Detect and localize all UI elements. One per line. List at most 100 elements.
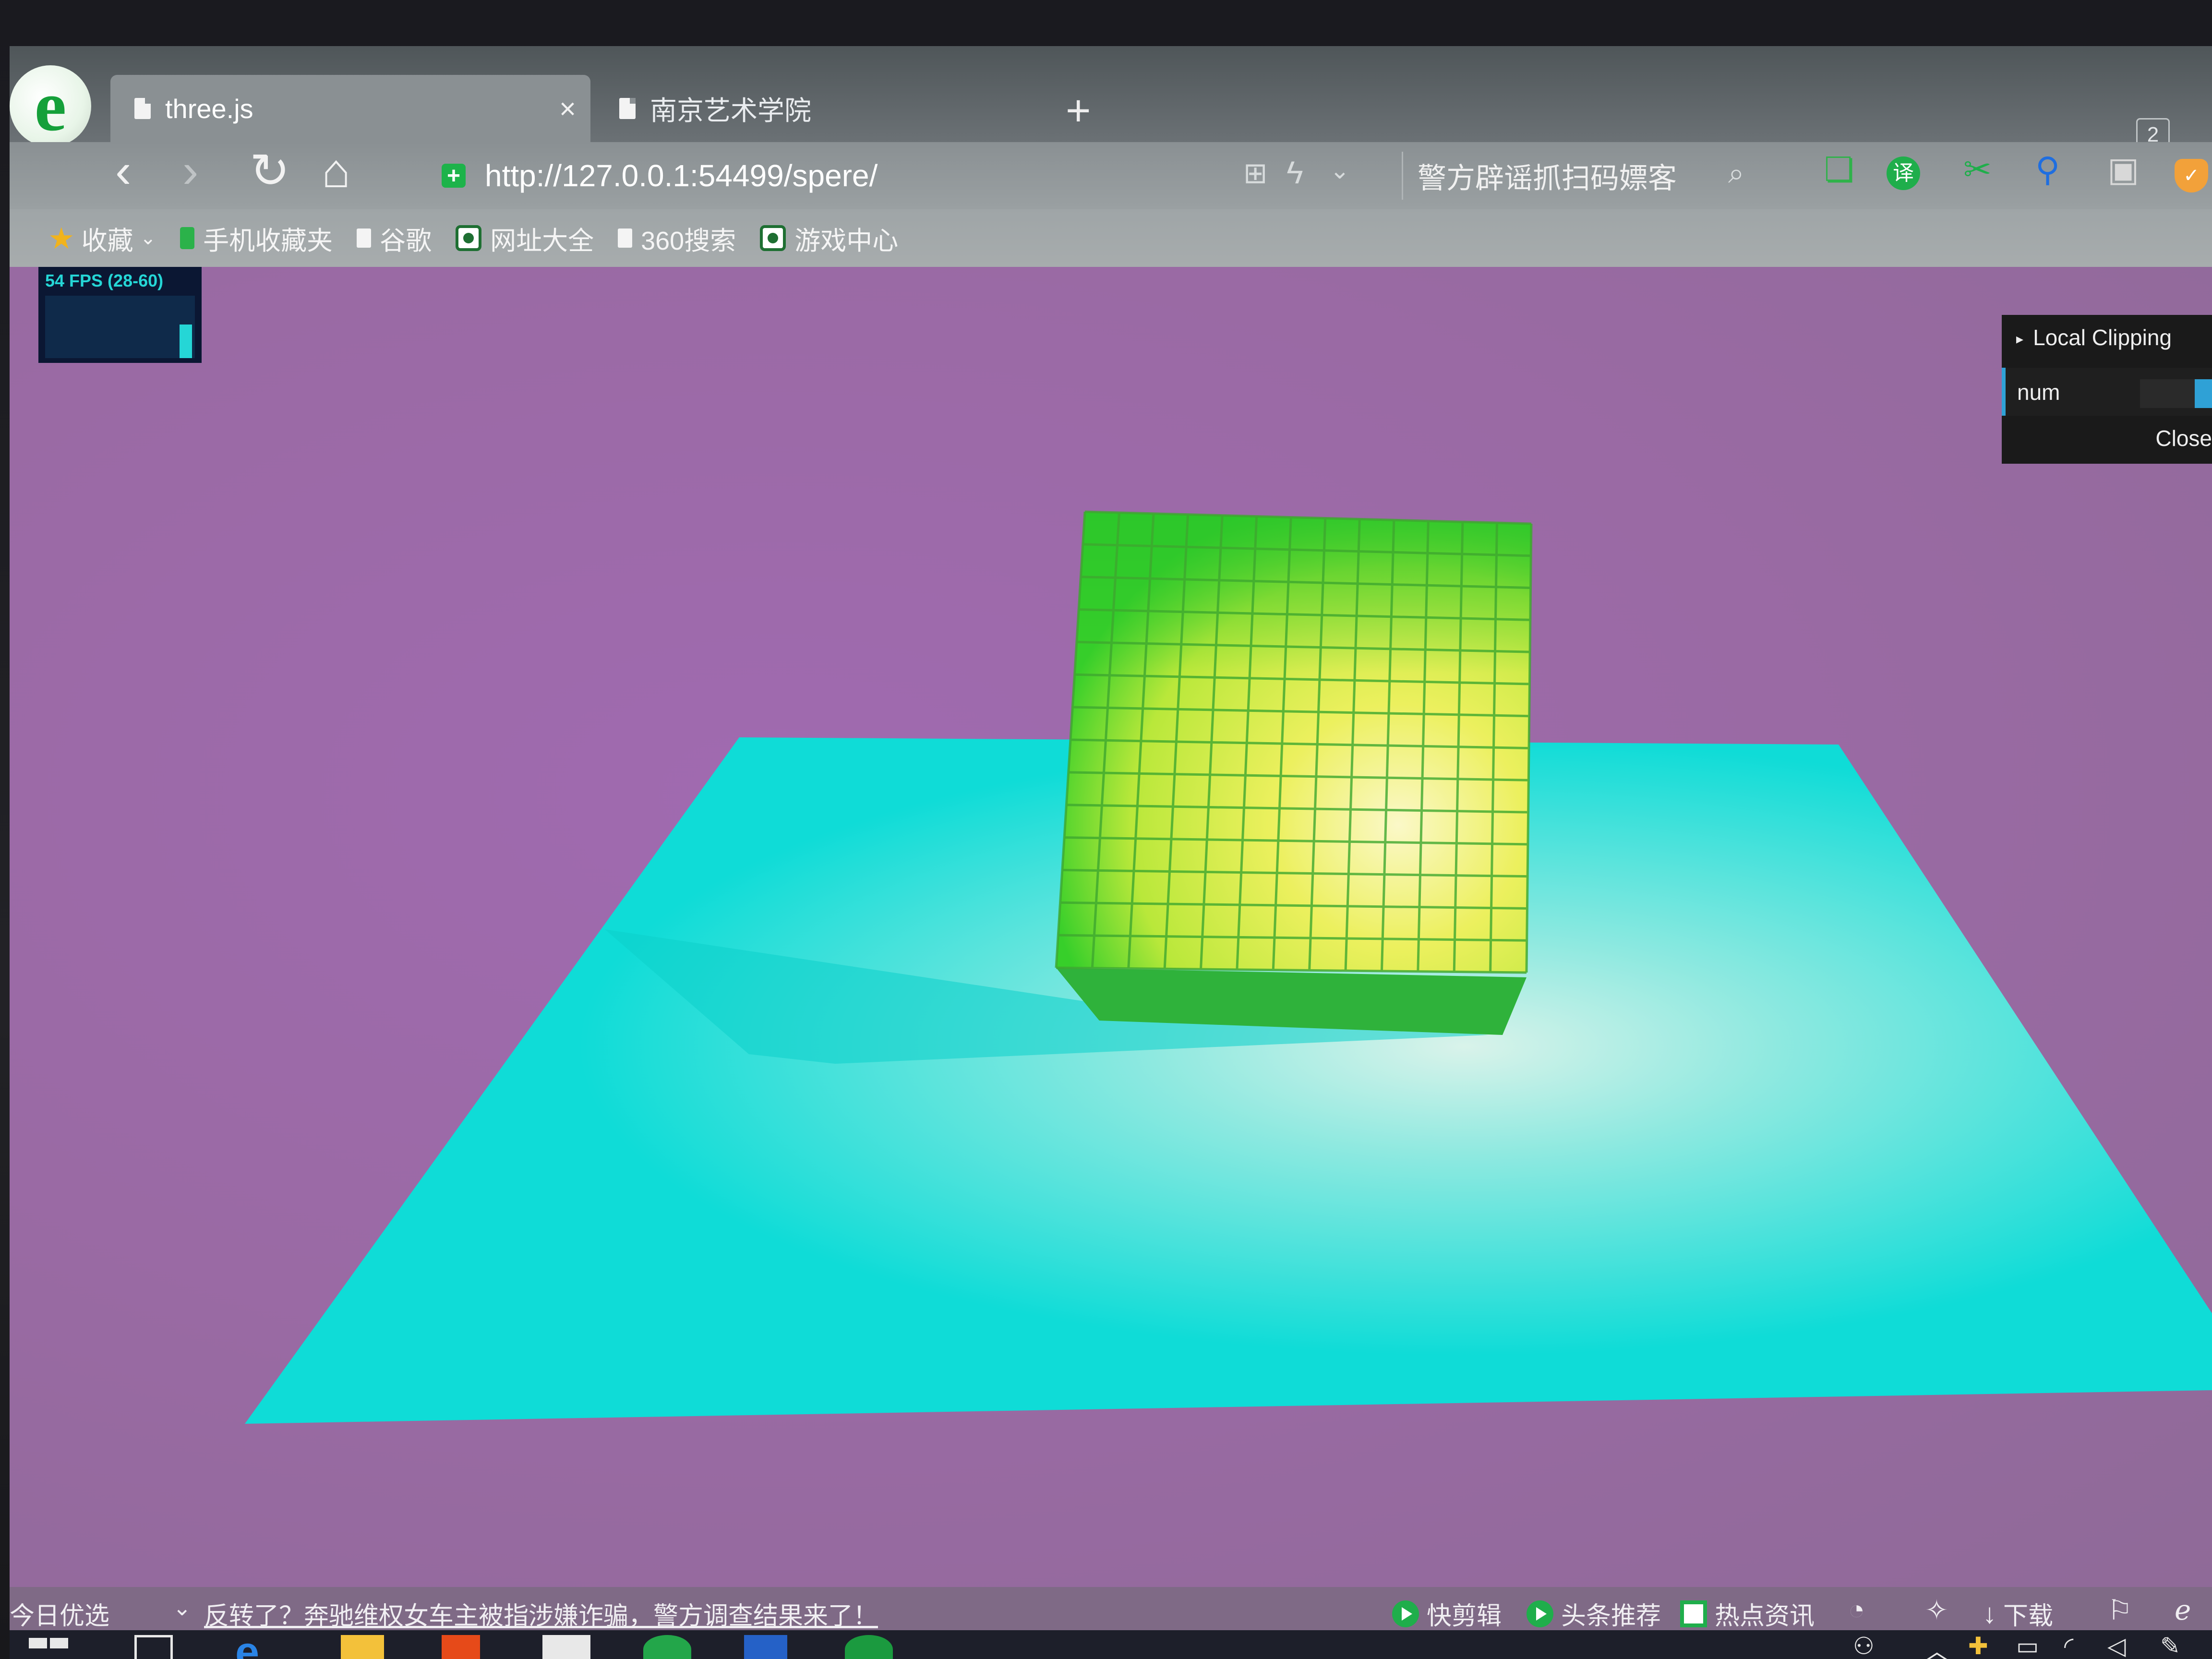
bookmarks-bar: ★ 收藏 ⌄ 手机收藏夹 谷歌 网址大全 360搜索 游戏中心 (10, 209, 2212, 267)
bookmark-game-center[interactable]: 游戏中心 (760, 219, 898, 257)
bookmark-mobile[interactable]: 手机收藏夹 (180, 219, 333, 257)
address-bar[interactable]: + http://127.0.0.1:54499/spere/ (442, 152, 1210, 200)
bookmark-360-search[interactable]: 360搜索 (618, 219, 736, 257)
news-headline-link[interactable]: 反转了？奔驰维权女车主被指涉嫌诈骗，警方调查结果来了！ (204, 1596, 878, 1632)
navigation-bar: ‹ › ↻ ⌂ + http://127.0.0.1:54499/spere/ … (10, 142, 2212, 209)
speed-icon[interactable]: ◔ (1848, 1594, 1865, 1626)
reload-icon[interactable]: ↻ (250, 147, 290, 195)
shield-icon[interactable]: ✓ (2175, 159, 2208, 192)
pen-icon[interactable]: ✎ (2160, 1632, 2180, 1659)
dat-gui-panel: Local Clipping num Close (2002, 315, 2212, 464)
webgl-viewport[interactable]: 54 FPS (28-60) Local Clipping num Close (10, 267, 2212, 1587)
bookmark-label: 手机收藏夹 (203, 226, 333, 255)
gui-row-num: num (2002, 368, 2212, 416)
site-icon (456, 225, 482, 251)
num-slider-fill (2195, 379, 2212, 408)
app-green-icon[interactable] (845, 1635, 893, 1659)
tab-title: three.js (165, 93, 253, 124)
browser-status-bar: 今日优选 ⌄ 反转了？奔驰维权女车主被指涉嫌诈骗，警方调查结果来了！ 快剪辑 头… (10, 1587, 2212, 1630)
bookmark-label: 游戏中心 (794, 226, 899, 255)
status-item-label: 热点资讯 (1715, 1602, 1815, 1630)
back-arrow-icon[interactable]: ‹ (115, 147, 131, 195)
qr-code-icon[interactable]: ⊞ (1243, 156, 1267, 190)
flag-icon[interactable]: ⚐ (2107, 1594, 2132, 1626)
security-tray-icon[interactable]: ✚ (1968, 1632, 1988, 1659)
pin-icon[interactable]: ✧ (1925, 1594, 1948, 1626)
play-icon (1527, 1600, 1553, 1627)
bookmark-label: 网址大全 (490, 226, 594, 255)
tab-bar: e three.js × 南京艺术学院 + 2 (10, 46, 2212, 152)
browser-window: e three.js × 南京艺术学院 + 2 ‹ › ↻ ⌂ + http:/… (10, 46, 2212, 1659)
download-item[interactable]: ↓ 下载 (1983, 1596, 2053, 1632)
bookmark-label: 谷歌 (380, 226, 432, 255)
ie-mode-icon[interactable]: ℯ (2175, 1594, 2191, 1626)
tab-nanjing-arts[interactable]: 南京艺术学院 (595, 75, 1066, 142)
fps-stats-panel[interactable]: 54 FPS (28-60) (38, 267, 202, 363)
num-slider[interactable] (2140, 379, 2212, 408)
search-input[interactable]: 警方辟谣抓扫码嫖客 (1402, 152, 1776, 200)
battery-icon[interactable]: ▭ (2016, 1632, 2039, 1659)
gui-close-button[interactable]: Close (2155, 425, 2212, 451)
translate-icon[interactable]: 译 (1887, 156, 1920, 190)
download-arrow-icon: ↓ (1983, 1598, 1996, 1629)
tab-close-icon[interactable]: × (559, 92, 576, 125)
bookmark-google[interactable]: 谷歌 (357, 219, 432, 257)
search-hint: 警方辟谣抓扫码嫖客 (1418, 162, 1677, 194)
site-icon (760, 225, 786, 251)
wifi-icon[interactable]: ◜ (2064, 1632, 2073, 1659)
chevron-down-icon: ⌄ (140, 228, 156, 249)
hot-news-item[interactable]: 热点资讯 (1680, 1596, 1815, 1632)
new-tab-button[interactable]: + (1066, 89, 1091, 132)
page-icon (619, 98, 636, 119)
gui-folder-local-clipping[interactable]: Local Clipping (2016, 325, 2172, 350)
mail-icon[interactable] (542, 1635, 590, 1659)
forward-arrow-icon[interactable]: › (182, 147, 198, 195)
download-label: 下载 (2003, 1602, 2054, 1630)
store-icon[interactable] (442, 1635, 480, 1659)
gui-label-num: num (2017, 380, 2060, 405)
chevron-down-icon[interactable]: ⌄ (1330, 156, 1350, 184)
bookmark-directory[interactable]: 网址大全 (456, 219, 594, 257)
reader-icon[interactable]: ❏ (1824, 153, 1854, 186)
secure-site-icon: + (442, 163, 466, 189)
bookmark-favorites[interactable]: ★ 收藏 ⌄ (48, 219, 156, 257)
star-icon: ★ (48, 222, 75, 255)
home-icon[interactable]: ⌂ (322, 147, 350, 195)
volume-icon[interactable]: ◁ (2107, 1632, 2126, 1659)
fps-graph (45, 296, 195, 358)
bookmark-label: 收藏 (81, 226, 133, 255)
scissors-icon[interactable]: ✂ (1963, 153, 1992, 186)
file-explorer-icon[interactable] (341, 1635, 384, 1659)
page-icon (134, 98, 151, 119)
people-icon[interactable]: ⚇ (1853, 1632, 1875, 1659)
windows-taskbar: e ⚇ ︿ ✚ ▭ ◜ ◁ ✎ (10, 1630, 2212, 1659)
tab-threejs[interactable]: three.js × (110, 75, 590, 142)
edge-browser-icon[interactable]: e (235, 1631, 278, 1659)
status-item-label: 快剪辑 (1427, 1602, 1502, 1630)
address-text[interactable]: http://127.0.0.1:54499/spere/ (485, 158, 878, 193)
chevron-up-icon[interactable]: ︿ (1925, 1632, 1949, 1659)
chevron-down-icon[interactable]: ⌄ (173, 1595, 192, 1621)
lightning-icon[interactable]: ϟ (1286, 154, 1303, 191)
bookmark-label: 360搜索 (641, 226, 736, 255)
play-icon (1392, 1600, 1419, 1627)
task-view-icon[interactable] (134, 1635, 173, 1659)
search-icon[interactable]: ⌕ (1728, 156, 1744, 190)
browser-360-taskbar-icon[interactable] (643, 1635, 691, 1659)
app-blue-icon[interactable] (744, 1635, 787, 1659)
page-icon (357, 228, 372, 248)
magnifier-icon[interactable]: ⚲ (2035, 153, 2060, 186)
gamepad-icon[interactable]: ▣ (2107, 153, 2139, 186)
quick-edit-item[interactable]: 快剪辑 (1392, 1596, 1502, 1632)
fps-bar (180, 325, 192, 358)
fps-readout: 54 FPS (28-60) (45, 271, 164, 290)
news-icon (1680, 1600, 1707, 1627)
headline-recommend-item[interactable]: 头条推荐 (1527, 1596, 1661, 1632)
windows-start-icon[interactable] (29, 1635, 72, 1659)
status-item-label: 头条推荐 (1561, 1602, 1661, 1630)
three-scene[interactable] (10, 267, 2212, 1587)
today-picks-label[interactable]: 今日优选 (10, 1596, 109, 1632)
phone-icon (180, 227, 195, 249)
tab-title: 南京艺术学院 (650, 95, 811, 126)
browser-logo-icon[interactable]: e (10, 65, 91, 147)
